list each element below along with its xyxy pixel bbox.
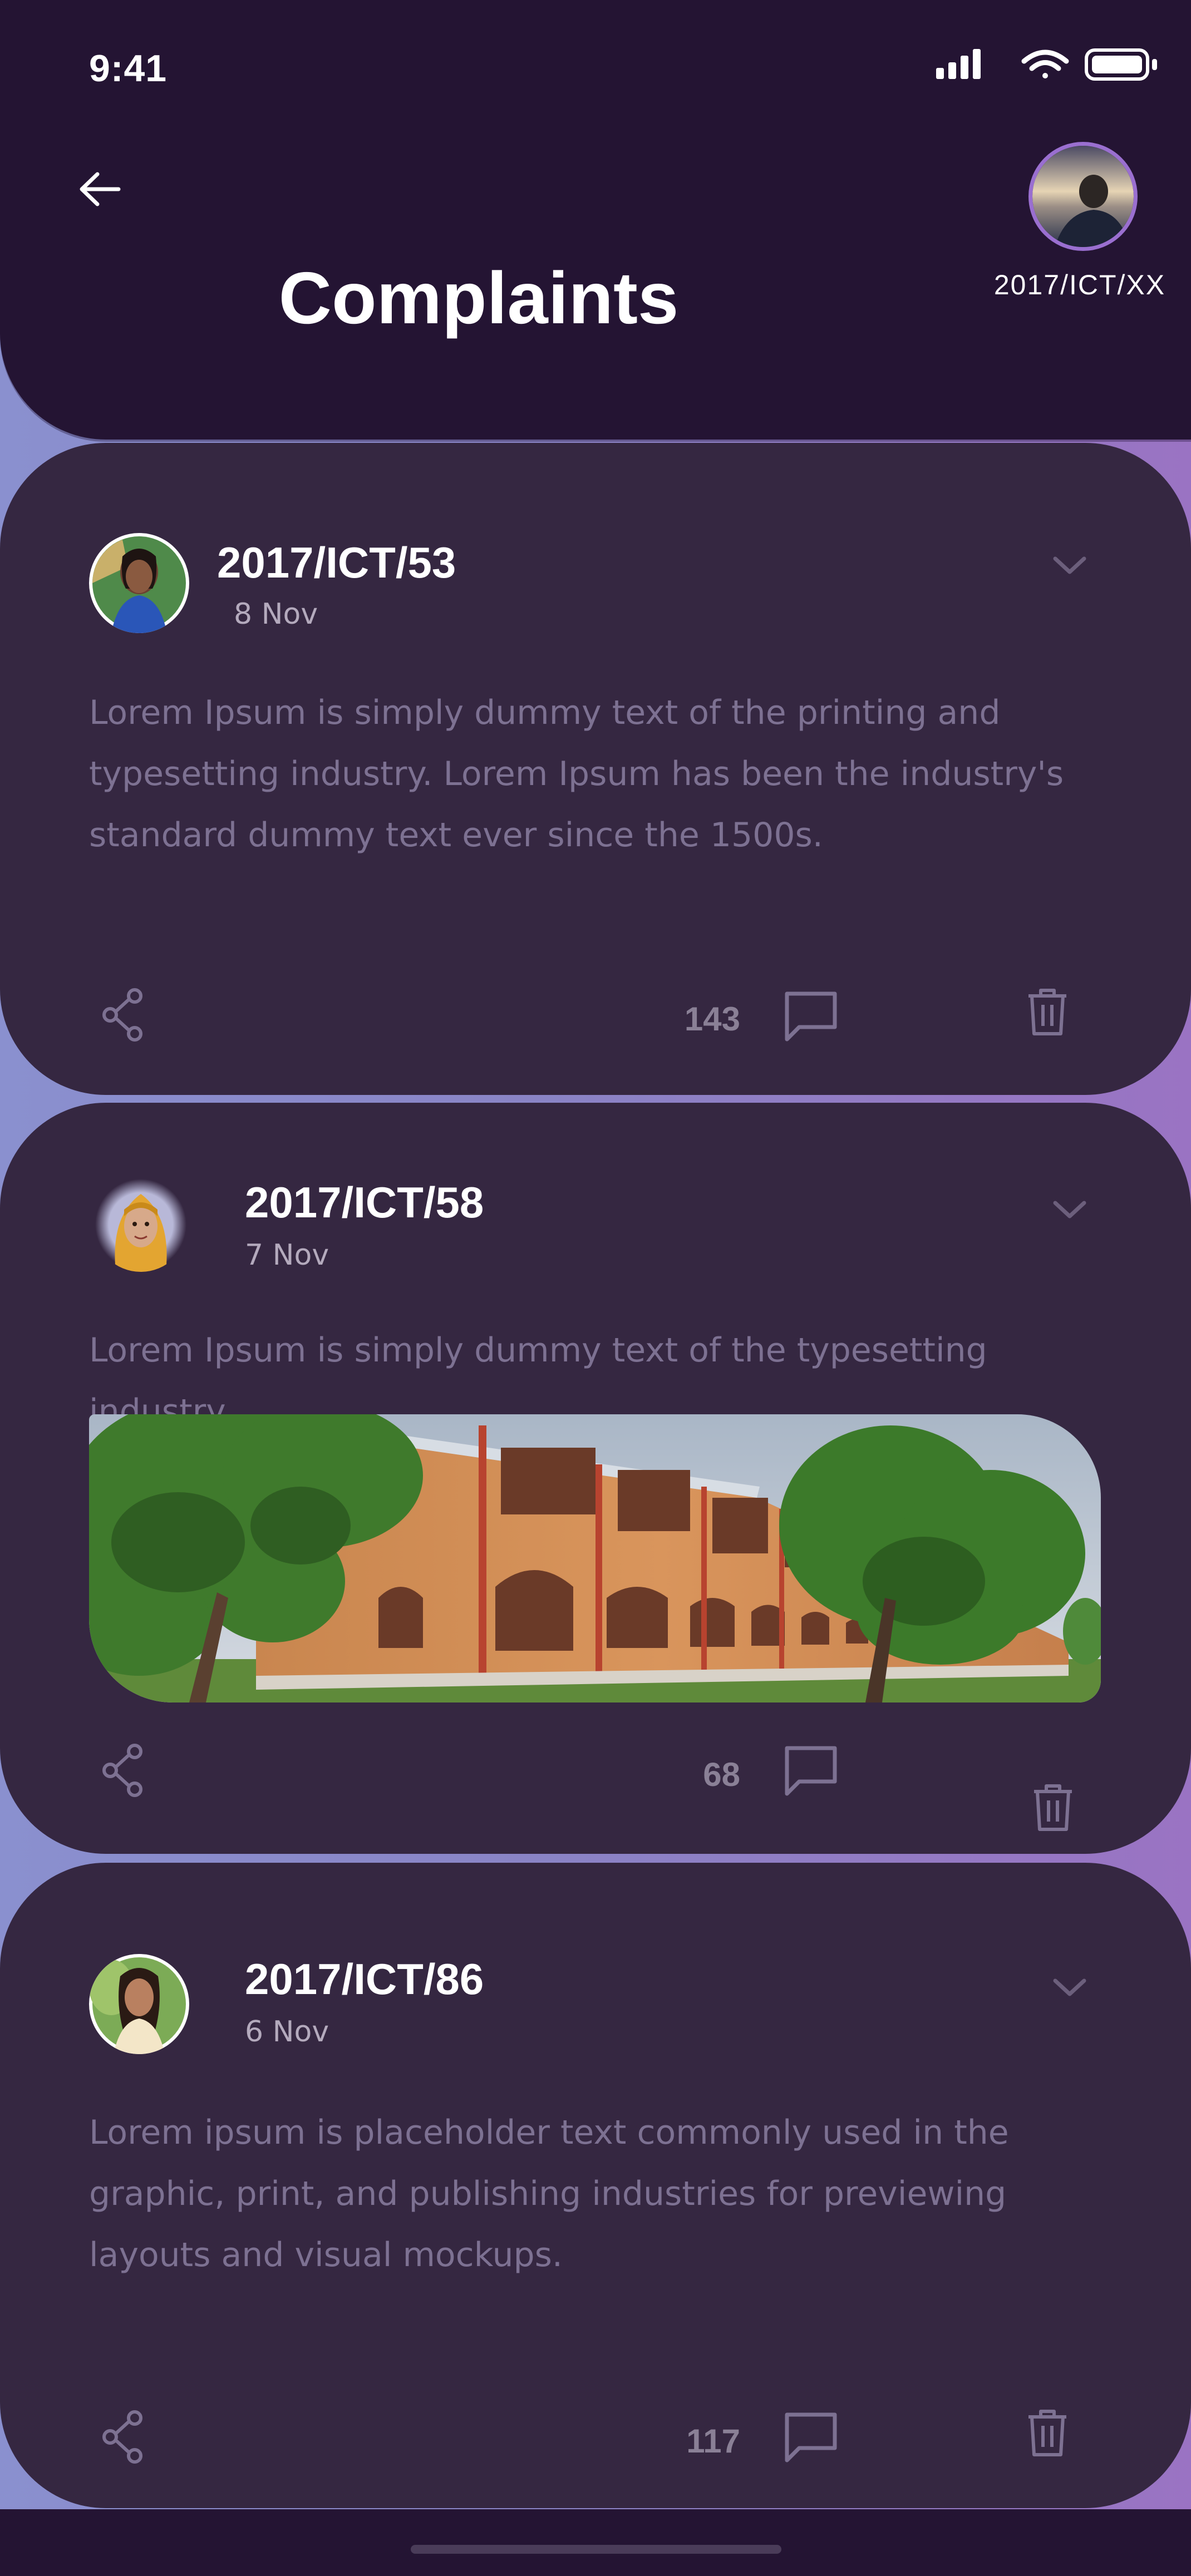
comment-icon[interactable] (780, 1743, 841, 1798)
app-header: 9:41 Complaints 2017/ICT/XX (0, 0, 1191, 440)
profile-avatar[interactable] (1028, 142, 1138, 251)
trash-icon[interactable] (1031, 1783, 1075, 1833)
author-id: 2017/ICT/53 (217, 538, 456, 587)
chevron-down-icon[interactable] (1047, 1971, 1092, 2004)
battery-icon (1085, 48, 1157, 81)
complaint-date: 8 Nov (234, 598, 318, 631)
chevron-down-icon[interactable] (1047, 549, 1092, 582)
avatar-photo (95, 1179, 186, 1272)
page-title: Complaints (278, 257, 679, 339)
wifi-icon (1021, 50, 1069, 78)
share-icon[interactable] (99, 1743, 149, 1798)
author-avatar[interactable] (93, 1177, 188, 1272)
share-icon[interactable] (99, 987, 149, 1043)
complaint-card: 2017/ICT/53 8 Nov Lorem Ipsum is simply … (0, 443, 1191, 1095)
complaint-text: Lorem ipsum is placeholder text commonly… (89, 2113, 1009, 2274)
chevron-down-icon[interactable] (1047, 1193, 1092, 1226)
author-avatar[interactable] (89, 1954, 189, 2054)
author-id: 2017/ICT/86 (245, 1955, 484, 2003)
complaint-card: 2017/ICT/58 7 Nov Lorem Ipsum is simply … (0, 1103, 1191, 1854)
author-id: 2017/ICT/58 (245, 1178, 484, 1227)
avatar-photo (1032, 146, 1134, 247)
complaint-date: 6 Nov (245, 2015, 329, 2049)
profile-id: 2017/ICT/XX (993, 269, 1166, 300)
building-photo (89, 1414, 1101, 1702)
author-avatar[interactable] (89, 533, 189, 633)
comment-count: 117 (686, 2422, 740, 2460)
trash-icon[interactable] (1025, 987, 1070, 1037)
comment-count: 143 (684, 1000, 740, 1038)
signal-icon (936, 49, 981, 79)
comment-icon[interactable] (780, 988, 841, 1044)
comment-count: 68 (703, 1756, 740, 1793)
home-indicator[interactable] (411, 2545, 781, 2554)
status-icons (936, 48, 1157, 81)
share-icon[interactable] (99, 2409, 149, 2465)
complaint-photo[interactable] (89, 1414, 1101, 1702)
arrow-left-icon (80, 172, 121, 206)
back-button[interactable] (72, 161, 128, 217)
complaint-card: 2017/ICT/86 6 Nov Lorem ipsum is placeho… (0, 1863, 1191, 2508)
avatar-photo (92, 536, 186, 633)
status-time: 9:41 (89, 47, 168, 90)
complaint-text: Lorem Ipsum is simply dummy text of the … (89, 693, 1064, 855)
avatar-photo (89, 1957, 186, 2054)
complaint-date: 7 Nov (245, 1238, 329, 1272)
trash-icon[interactable] (1025, 2408, 1070, 2458)
comment-icon[interactable] (780, 2409, 841, 2465)
